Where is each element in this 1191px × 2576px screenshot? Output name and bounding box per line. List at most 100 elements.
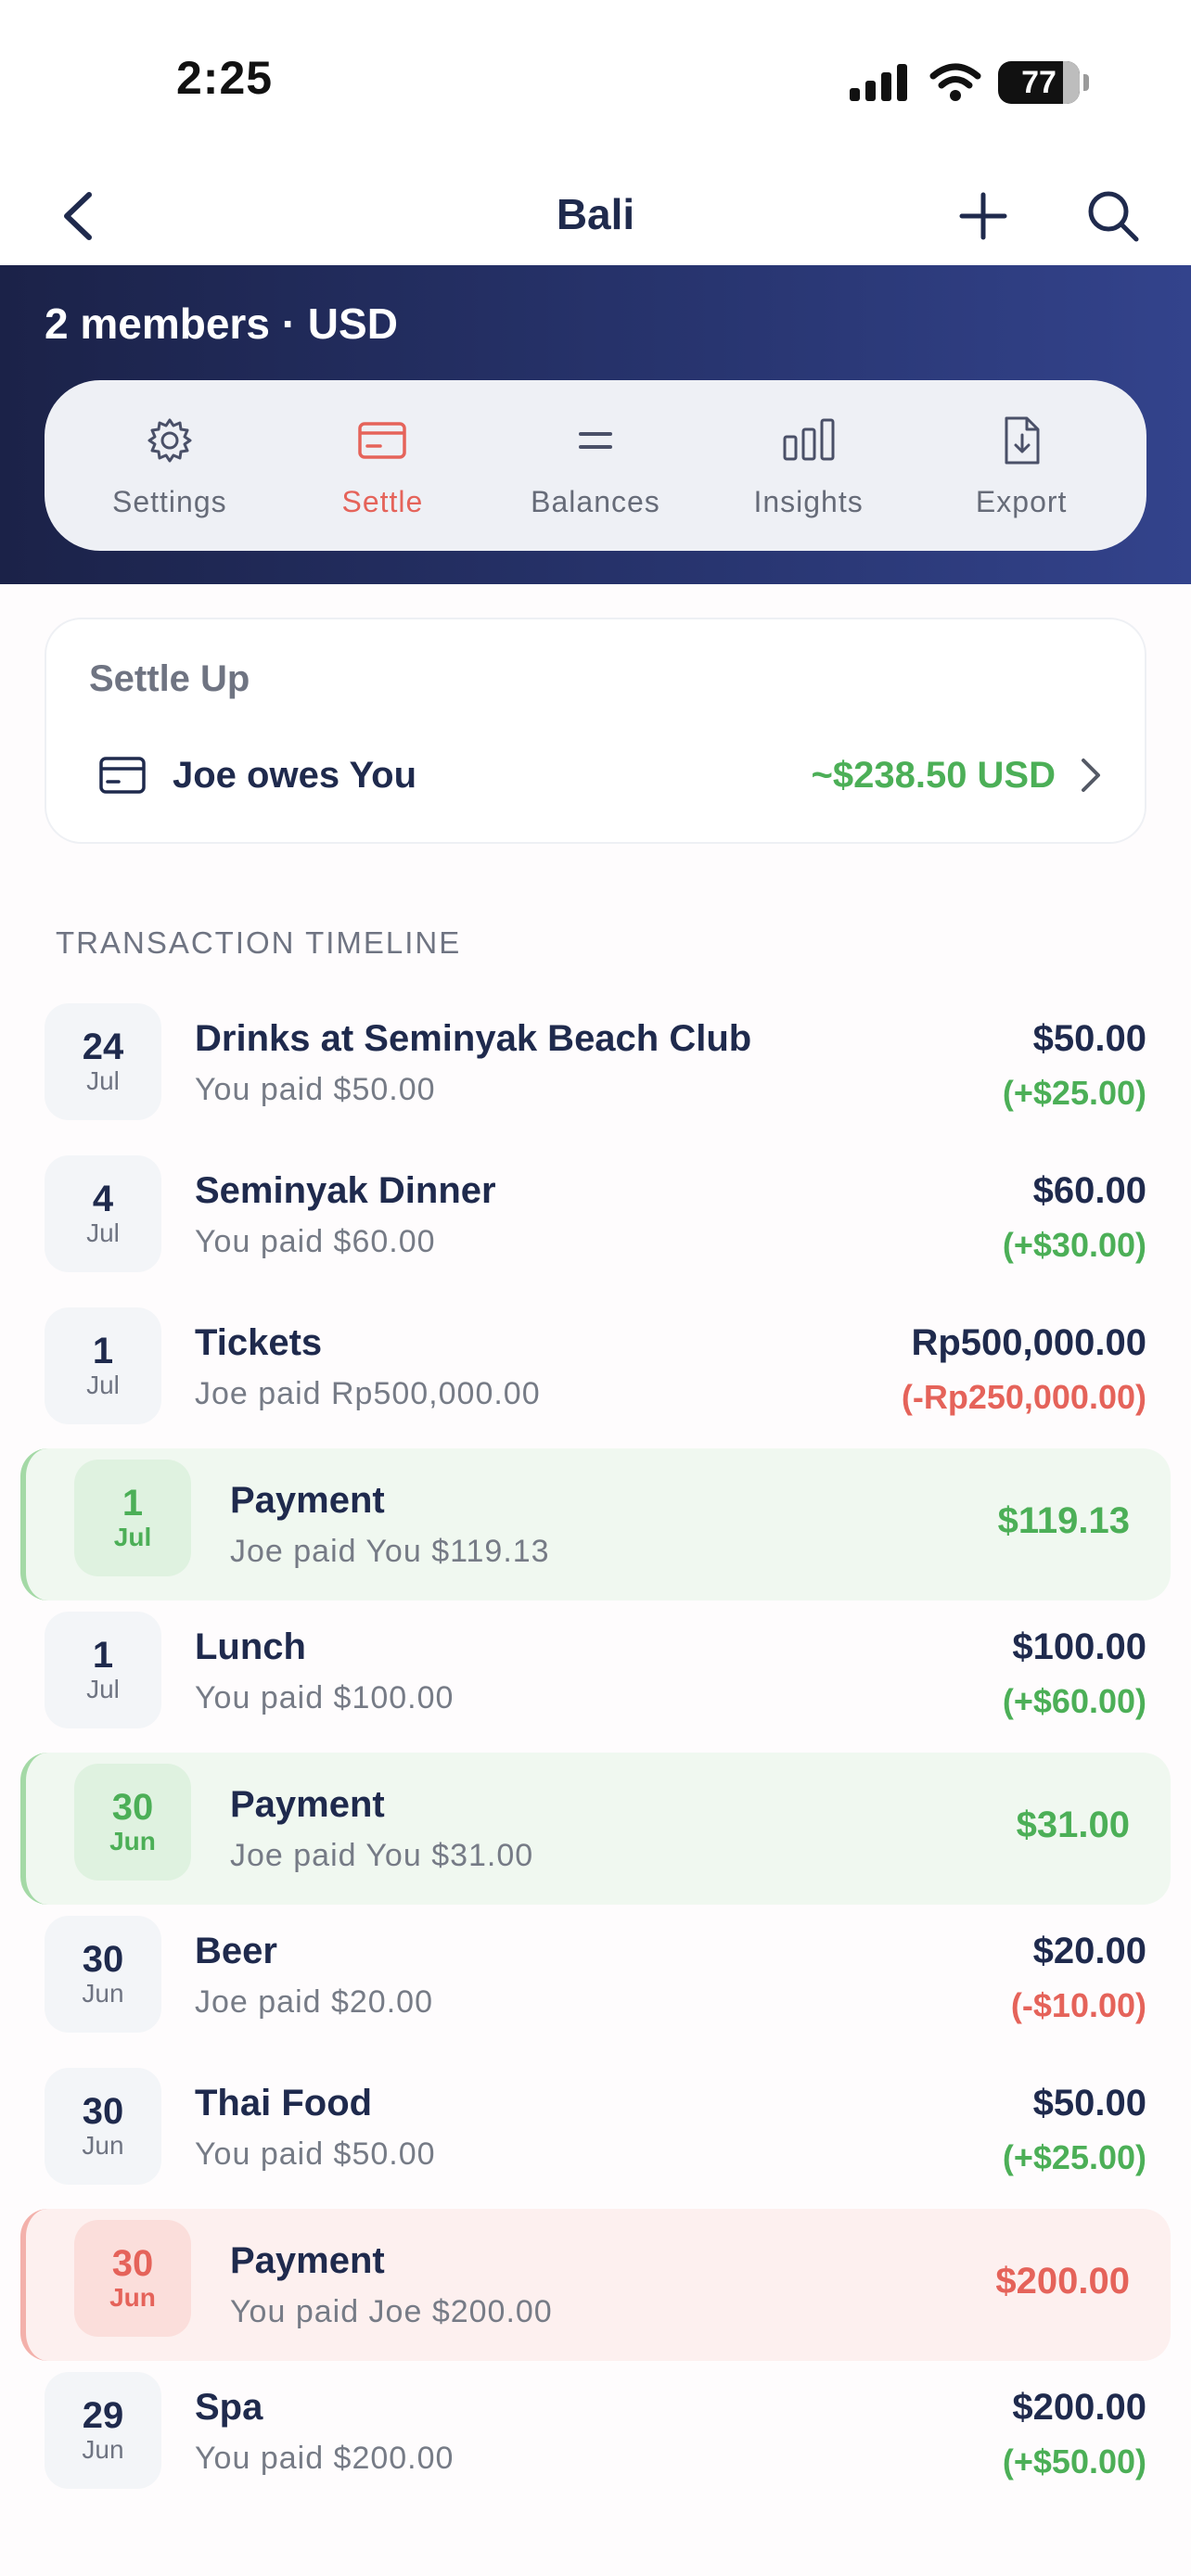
transaction-amount: $20.00 xyxy=(1032,1931,1146,1971)
tab-balances[interactable]: Balances xyxy=(503,396,688,535)
timeline-heading: TRANSACTION TIMELINE xyxy=(56,925,462,960)
settle-up-title: Settle Up xyxy=(89,658,250,699)
date-month: Jul xyxy=(86,1218,120,1247)
transaction-name: Lunch xyxy=(195,1626,306,1667)
date-badge: 4 Jul xyxy=(45,1155,161,1272)
date-badge: 30 Jun xyxy=(74,2220,191,2337)
transaction-row[interactable]: 30 Jun Thai Food You paid $50.00 $50.00 (+$25… xyxy=(0,2057,1191,2209)
transaction-name: Tickets xyxy=(195,1322,323,1363)
transaction-amount: $50.00 xyxy=(1032,2083,1146,2123)
transaction-row[interactable]: 1 Jul Lunch You paid $100.00 $100.00 (+$60.00… xyxy=(0,1600,1191,1753)
nav-bar: Bali xyxy=(0,167,1191,265)
battery-icon: 77 xyxy=(998,61,1089,104)
date-month: Jul xyxy=(113,1523,152,1551)
transaction-payer: You paid Joe $200.00 xyxy=(230,2294,553,2329)
date-month: Jun xyxy=(82,2435,124,2464)
bar-chart-icon xyxy=(783,418,835,460)
date-day: 30 xyxy=(82,2091,124,2132)
transaction-payer: Joe paid You $119.13 xyxy=(230,1534,550,1569)
settle-up-row[interactable]: Joe owes You ~$238.50 USD xyxy=(98,738,1108,812)
payment-row[interactable]: 1 Jul Payment Joe paid You $119.13 $119.13 xyxy=(20,1448,1171,1600)
balance-delta: (+$50.00) xyxy=(1002,2442,1146,2480)
date-month: Jun xyxy=(109,1827,156,1855)
transaction-payer: You paid $50.00 xyxy=(195,2136,436,2172)
tab-insights[interactable]: Insights xyxy=(716,396,902,535)
transaction-name: Spa xyxy=(195,2387,263,2428)
transaction-row[interactable]: 29 Jun Spa You paid $200.00 $200.00 (+$50.00) xyxy=(0,2361,1191,2513)
transaction-amount: $50.00 xyxy=(1032,1018,1146,1059)
chevron-right-icon xyxy=(1082,759,1100,792)
gear-icon xyxy=(147,418,192,462)
transaction-name: Payment xyxy=(230,2240,385,2281)
tab-label: Settle xyxy=(341,484,424,518)
transaction-payer: You paid $60.00 xyxy=(195,1224,436,1259)
date-badge: 1 Jul xyxy=(45,1307,161,1424)
search-icon[interactable] xyxy=(1081,184,1146,249)
date-badge: 30 Jun xyxy=(45,1916,161,2033)
balance-delta: (+$60.00) xyxy=(1002,1682,1146,1720)
date-day: 1 xyxy=(122,1483,144,1524)
transaction-row[interactable]: 24 Jul Drinks at Seminyak Beach Club You pa… xyxy=(0,992,1191,1144)
settle-up-amount: ~$238.50 USD xyxy=(811,754,1056,796)
payment-row[interactable]: 30 Jun Payment Joe paid You $31.00 $31.00 xyxy=(20,1753,1171,1905)
group-header: 2 members · USD Settings Settle Balances xyxy=(0,265,1191,584)
tab-settings[interactable]: Settings xyxy=(77,396,263,535)
date-day: 29 xyxy=(82,2395,124,2436)
transaction-amount: $60.00 xyxy=(1032,1170,1146,1211)
tab-label: Balances xyxy=(531,484,660,518)
cellular-signal-icon xyxy=(850,64,907,101)
transaction-row[interactable]: 1 Jul Tickets Joe paid Rp500,000.00 Rp500,00… xyxy=(0,1296,1191,1448)
balance-delta: (+$25.00) xyxy=(1002,2138,1146,2176)
action-tabs: Settings Settle Balances Insights Export xyxy=(45,380,1146,551)
tab-label: Settings xyxy=(111,484,227,518)
date-day: 24 xyxy=(82,1027,124,1067)
tab-label: Export xyxy=(975,484,1068,518)
transaction-amount: $31.00 xyxy=(1016,1804,1130,1845)
balance-delta: (-Rp250,000.00) xyxy=(901,1378,1146,1416)
transaction-payer: Joe paid Rp500,000.00 xyxy=(195,1376,541,1411)
transaction-name: Drinks at Seminyak Beach Club xyxy=(195,1018,752,1059)
date-day: 30 xyxy=(82,1939,124,1980)
date-badge: 29 Jun xyxy=(45,2372,161,2489)
transaction-payer: Joe paid You $31.00 xyxy=(230,1838,534,1873)
transaction-timeline: 24 Jul Drinks at Seminyak Beach Club You pa… xyxy=(0,992,1191,2513)
transaction-row[interactable]: 4 Jul Seminyak Dinner You paid $60.00 $60.00… xyxy=(0,1144,1191,1296)
date-month: Jul xyxy=(86,1675,120,1703)
date-badge: 1 Jul xyxy=(74,1460,191,1576)
transaction-row[interactable]: 30 Jun Beer Joe paid $20.00 $20.00 (-$10.00) xyxy=(0,1905,1191,2057)
tab-settle[interactable]: Settle xyxy=(289,396,475,535)
transaction-payer: You paid $100.00 xyxy=(195,1680,455,1715)
status-bar: 2:25 77 xyxy=(0,0,1191,167)
date-badge: 1 Jul xyxy=(45,1612,161,1728)
transaction-payer: You paid $50.00 xyxy=(195,1072,436,1107)
card-icon xyxy=(99,757,146,794)
date-month: Jul xyxy=(86,1371,120,1399)
transaction-name: Thai Food xyxy=(195,2083,373,2123)
battery-level: 77 xyxy=(1021,64,1057,100)
members-summary: 2 members · USD xyxy=(45,300,398,348)
transaction-amount: Rp500,000.00 xyxy=(911,1322,1146,1363)
balance-delta: (+$30.00) xyxy=(1002,1226,1146,1264)
date-day: 1 xyxy=(92,1331,114,1371)
date-month: Jun xyxy=(82,2131,124,2160)
date-badge: 30 Jun xyxy=(74,1764,191,1881)
date-badge: 24 Jul xyxy=(45,1003,161,1120)
transaction-payer: Joe paid $20.00 xyxy=(195,1984,433,2020)
payment-row[interactable]: 30 Jun Payment You paid Joe $200.00 $200.00 xyxy=(20,2209,1171,2361)
date-day: 30 xyxy=(111,1787,154,1828)
balance-delta: (+$25.00) xyxy=(1002,1074,1146,1112)
add-icon[interactable] xyxy=(951,184,1016,249)
date-month: Jun xyxy=(109,2283,156,2312)
status-icons: 77 xyxy=(850,59,1089,106)
transaction-name: Seminyak Dinner xyxy=(195,1170,496,1211)
settle-up-text: Joe owes You xyxy=(173,754,417,796)
settle-up-card: Settle Up Joe owes You ~$238.50 USD xyxy=(45,618,1146,844)
transaction-name: Beer xyxy=(195,1931,277,1971)
wifi-icon xyxy=(929,63,981,101)
transaction-amount: $200.00 xyxy=(1012,2387,1146,2428)
transaction-payer: You paid $200.00 xyxy=(195,2441,455,2476)
tab-export[interactable]: Export xyxy=(928,396,1114,535)
status-time: 2:25 xyxy=(176,52,274,104)
transaction-name: Payment xyxy=(230,1784,385,1825)
file-download-icon xyxy=(1005,416,1040,464)
